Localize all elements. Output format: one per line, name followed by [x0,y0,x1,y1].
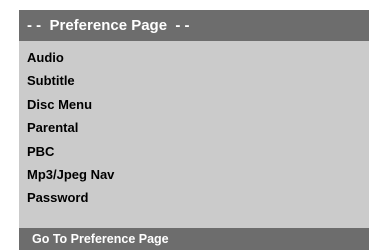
page-title: - - Preference Page - - [27,17,190,34]
menu-item-subtitle[interactable]: Subtitle [19,69,369,92]
status-bar: Go To Preference Page [19,228,369,250]
preference-page-panel: - - Preference Page - - Audio Subtitle D… [19,10,369,250]
menu-item-password[interactable]: Password [19,186,369,209]
menu-item-mp3-jpeg-nav[interactable]: Mp3/Jpeg Nav [19,163,369,186]
status-hint-text: Go To Preference Page [32,232,169,246]
menu-item-audio[interactable]: Audio [19,46,369,69]
menu-item-parental[interactable]: Parental [19,116,369,139]
page-title-bar: - - Preference Page - - [19,10,369,41]
menu-item-pbc[interactable]: PBC [19,140,369,163]
preference-menu: Audio Subtitle Disc Menu Parental PBC Mp… [19,46,369,210]
menu-item-disc-menu[interactable]: Disc Menu [19,93,369,116]
